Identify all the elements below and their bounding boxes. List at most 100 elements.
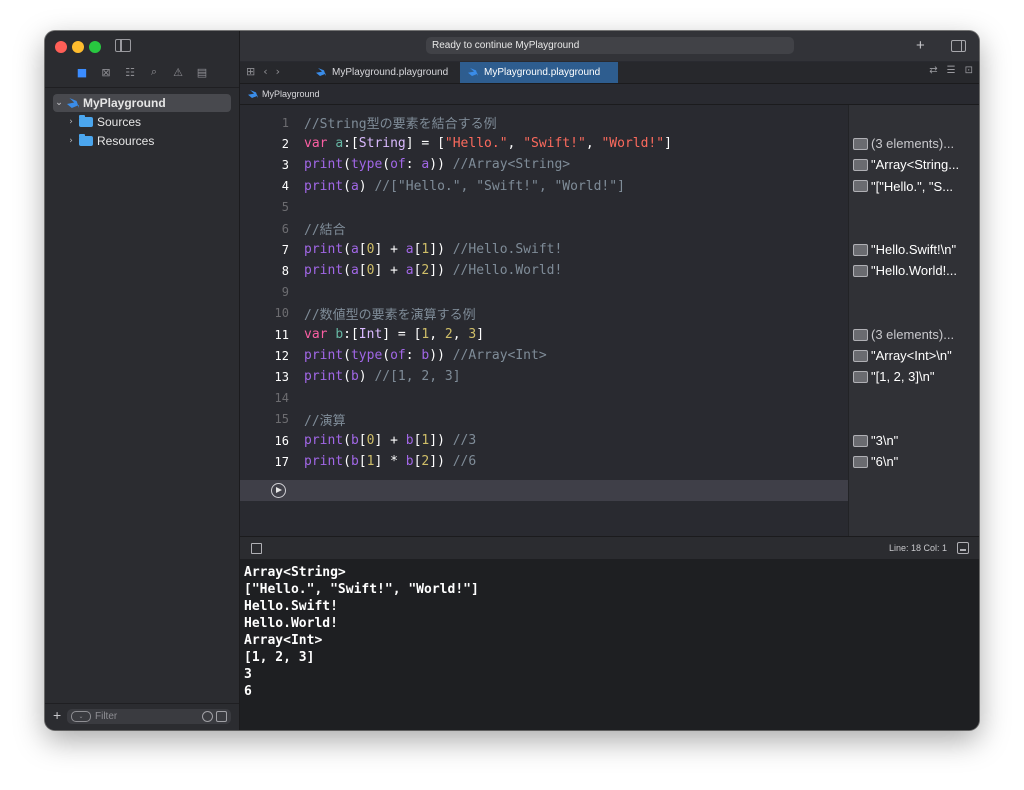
code-line[interactable]: 9	[240, 282, 848, 303]
code-line[interactable]: 14	[240, 388, 848, 409]
swift-icon	[316, 68, 326, 76]
code-line[interactable]: 1 //String型の要素を結合する例	[240, 112, 848, 133]
console-output[interactable]: Array<String> ["Hello.", "Swift!", "World…	[240, 559, 979, 730]
code-line[interactable]: 10 //数値型の要素を演算する例	[240, 303, 848, 324]
code-line[interactable]: 3 print(type(of: a)) //Array<String>	[240, 154, 848, 175]
line-number: 11	[274, 327, 289, 342]
code-token: "Hello."	[444, 136, 508, 152]
code-line[interactable]: 16 print(b[0] + b[1]) //3	[240, 430, 848, 451]
result-row[interactable]: "["Hello.", "S...	[853, 176, 978, 197]
quick-look-icon[interactable]	[853, 180, 868, 193]
code-line[interactable]: 17 print(b[1] * b[2]) //6	[240, 451, 848, 472]
code-token: b	[350, 433, 359, 448]
recent-files-icon[interactable]	[202, 711, 213, 722]
quick-look-icon[interactable]	[853, 370, 868, 383]
swift-icon	[67, 98, 79, 108]
source-control-icon[interactable]: ⊠	[99, 65, 113, 79]
code-token: //String型の要素を結合する例	[304, 117, 497, 132]
sidebar-toggle-icon[interactable]	[115, 39, 131, 52]
folder-icon[interactable]: ■	[75, 65, 89, 79]
code-token: )	[358, 369, 375, 385]
code-text: var a:[String] = ["Hello.", "Swift!", "W…	[304, 136, 672, 151]
filter-options-icon[interactable]: ⌄	[71, 711, 91, 722]
tree-item-myplayground[interactable]: ⌄ MyPlayground	[53, 94, 231, 112]
code-token: ] *	[374, 454, 406, 470]
code-token: ))	[429, 348, 453, 364]
search-icon[interactable]: ⌕	[147, 65, 161, 79]
code-line[interactable]: 15 //演算	[240, 409, 848, 430]
quick-look-icon[interactable]	[853, 243, 868, 256]
quick-look-icon[interactable]	[853, 455, 868, 468]
result-row[interactable]: "Array<String...	[853, 154, 978, 175]
quick-look-icon[interactable]	[853, 328, 868, 341]
xcode-window: ■ ⊠ ☷ ⌕ ⚠ ▤ ⌄ MyPlayground › Sources › R…	[45, 31, 979, 730]
result-row[interactable]: "6\n"	[853, 451, 978, 472]
code-line[interactable]: 13 print(b) //[1, 2, 3]	[240, 366, 848, 387]
result-value: "Array<Int>\n"	[871, 348, 952, 364]
result-row[interactable]: "Hello.Swift!\n"	[853, 239, 978, 260]
quick-look-icon[interactable]	[853, 137, 868, 150]
filter-toggles	[202, 711, 227, 722]
inspector-toggle-icon[interactable]	[951, 40, 966, 52]
code-line[interactable]: 12 print(type(of: b)) //Array<Int>	[240, 345, 848, 366]
tree-item-sources[interactable]: › Sources	[65, 113, 231, 131]
quick-look-icon[interactable]	[853, 158, 868, 171]
chevron-down-icon[interactable]: ⌄	[53, 98, 65, 108]
tab-playground-1[interactable]: MyPlayground.playground	[308, 62, 460, 83]
result-row[interactable]: "[1, 2, 3]\n"	[853, 366, 978, 387]
report-icon[interactable]: ▤	[195, 65, 209, 79]
hierarchy-icon[interactable]: ☷	[123, 65, 137, 79]
code-line[interactable]: 7 print(a[0] + a[1]) //Hello.Swift!	[240, 239, 848, 260]
code-line[interactable]: 8 print(a[0] + a[2]) //Hello.World!	[240, 260, 848, 281]
activity-status: Ready to continue MyPlayground	[426, 37, 794, 54]
zoom-window-button[interactable]	[89, 41, 101, 53]
run-button[interactable]	[271, 483, 286, 498]
code-token: print	[304, 242, 344, 258]
code-text: //String型の要素を結合する例	[304, 113, 497, 132]
forward-icon[interactable]: ›	[276, 65, 280, 78]
result-row[interactable]: "3\n"	[853, 430, 978, 451]
minimize-window-button[interactable]	[72, 41, 84, 53]
source-editor[interactable]: 1//String型の要素を結合する例 2 var a:[String] = ["H…	[240, 105, 848, 536]
add-editor-icon[interactable]: ⊡	[965, 65, 973, 76]
result-row[interactable]: (3 elements)...	[853, 324, 978, 345]
code-line[interactable]: 4 print(a) //["Hello.", "Swift!", "World!…	[240, 176, 848, 197]
code-token: var	[304, 136, 328, 152]
quick-look-icon[interactable]	[853, 434, 868, 447]
filter-input[interactable]: ⌄ Filter	[67, 709, 231, 724]
editor-options-icon[interactable]: ☰	[947, 65, 956, 76]
code-line[interactable]: 5	[240, 197, 848, 218]
refresh-icon[interactable]: ⇄	[929, 65, 937, 76]
grid-icon[interactable]: ⊞	[246, 65, 255, 78]
quick-look-icon[interactable]	[853, 349, 868, 362]
code-token: :[	[343, 136, 359, 152]
warning-icon[interactable]: ⚠	[171, 65, 185, 79]
code-token: (	[343, 348, 351, 364]
result-row[interactable]: (3 elements)...	[853, 133, 978, 154]
chevron-right-icon[interactable]: ›	[65, 117, 77, 127]
console-line: 6	[244, 684, 252, 699]
code-token: print	[304, 263, 344, 279]
quick-look-icon[interactable]	[853, 264, 868, 277]
tab-playground-2[interactable]: MyPlayground.playground	[460, 62, 618, 83]
close-window-button[interactable]	[55, 41, 67, 53]
line-number: 16	[274, 433, 289, 448]
code-line[interactable]: 2 var a:[String] = ["Hello.", "Swift!", "…	[240, 133, 848, 154]
add-icon[interactable]: +	[53, 707, 61, 723]
console-toggle-icon[interactable]	[957, 542, 969, 554]
code-token: of	[390, 157, 406, 173]
library-plus-icon[interactable]: +	[916, 37, 925, 54]
back-icon[interactable]: ‹	[263, 65, 267, 78]
result-row[interactable]: "Hello.World!...	[853, 260, 978, 281]
code-token: a	[350, 178, 359, 194]
tree-item-resources[interactable]: › Resources	[65, 132, 231, 150]
hide-debug-area-icon[interactable]	[251, 543, 262, 554]
scm-filter-icon[interactable]	[216, 711, 227, 722]
code-line[interactable]: 6 //結合	[240, 218, 848, 239]
code-line[interactable]: 11 var b:[Int] = [1, 2, 3]	[240, 324, 848, 345]
result-value: "[1, 2, 3]\n"	[871, 369, 935, 385]
breadcrumb-item[interactable]: MyPlayground	[262, 89, 320, 99]
code-text: print(type(of: a)) //Array<String>	[304, 157, 570, 172]
chevron-right-icon[interactable]: ›	[65, 136, 77, 146]
result-row[interactable]: "Array<Int>\n"	[853, 345, 978, 366]
